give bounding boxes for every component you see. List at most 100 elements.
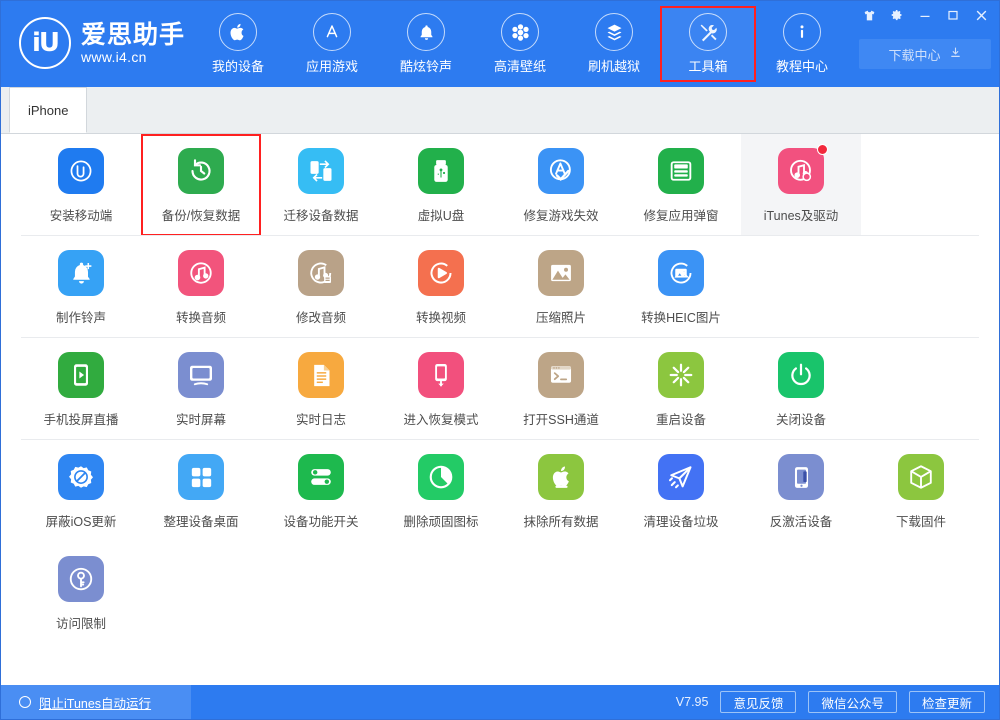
usb-drive-icon <box>418 148 464 194</box>
tool-label: 转换HEIC图片 <box>641 311 721 325</box>
toolbox-grid: 安装移动端 备份/恢复数据 迁移设备数据 虚拟U盘 修复游戏失效 修复应用弹窗 … <box>1 134 999 685</box>
migrate-data-icon <box>298 148 344 194</box>
settings-gear-icon[interactable] <box>883 3 911 27</box>
organize-desktop-icon <box>178 454 224 500</box>
tool-label: 屏蔽iOS更新 <box>45 515 117 529</box>
tool-label: 制作铃声 <box>55 311 106 325</box>
nav-label: 我的设备 <box>211 59 264 74</box>
convert-audio-icon <box>178 250 224 296</box>
nav-item-app-games[interactable]: 应用游戏 <box>285 7 379 81</box>
wechat-button[interactable]: 微信公众号 <box>808 691 897 713</box>
appstore-icon <box>313 13 351 51</box>
tool-access-restriction[interactable]: 访问限制 <box>21 542 141 644</box>
tool-label: 虚拟U盘 <box>417 209 465 223</box>
nav-label: 高清壁纸 <box>493 59 546 74</box>
tool-backup-restore[interactable]: 备份/恢复数据 <box>141 134 261 236</box>
brand-logo: iU 爱思助手 www.i4.cn <box>19 17 185 69</box>
grid-row: 访问限制 <box>1 542 999 644</box>
box-icon <box>595 13 633 51</box>
window-controls <box>855 3 995 27</box>
access-restriction-icon <box>58 556 104 602</box>
tool-migrate-data[interactable]: 迁移设备数据 <box>261 134 381 236</box>
tool-label: 反激活设备 <box>769 515 833 529</box>
nav-label: 应用游戏 <box>305 59 358 74</box>
tool-edit-audio[interactable]: 修改音频 <box>261 236 381 338</box>
tool-itunes-driver[interactable]: iTunes及驱动 <box>741 134 861 236</box>
feature-toggle-icon <box>298 454 344 500</box>
maximize-icon[interactable] <box>939 3 967 27</box>
tool-feature-toggle[interactable]: 设备功能开关 <box>261 440 381 542</box>
close-icon[interactable] <box>967 3 995 27</box>
app-header: iU 爱思助手 www.i4.cn 我的设备 应用游戏 酷炫铃声 高清壁纸 刷机… <box>1 1 999 87</box>
nav-item-my-device[interactable]: 我的设备 <box>191 7 285 81</box>
apple-icon <box>219 13 257 51</box>
tool-virtual-usb[interactable]: 虚拟U盘 <box>381 134 501 236</box>
tool-live-log[interactable]: 实时日志 <box>261 338 381 440</box>
tool-download-firmware[interactable]: 下载固件 <box>861 440 981 542</box>
tool-screen-cast[interactable]: 手机投屏直播 <box>21 338 141 440</box>
feedback-label: 意见反馈 <box>733 696 784 711</box>
tool-convert-video[interactable]: 转换视频 <box>381 236 501 338</box>
tool-install-mobile[interactable]: 安装移动端 <box>21 134 141 236</box>
block-itunes-label: 阻止iTunes自动运行 <box>39 696 152 711</box>
tool-label: 修复游戏失效 <box>523 209 599 223</box>
skin-icon[interactable] <box>855 3 883 27</box>
tool-live-screen[interactable]: 实时屏幕 <box>141 338 261 440</box>
tool-erase-all-data[interactable]: 抹除所有数据 <box>501 440 621 542</box>
tool-make-ringtone[interactable]: 制作铃声 <box>21 236 141 338</box>
tool-label: 修改音频 <box>295 311 346 325</box>
nav-item-toolbox[interactable]: 工具箱 <box>660 6 756 82</box>
tool-label: 实时屏幕 <box>175 413 226 427</box>
live-log-icon <box>298 352 344 398</box>
tool-block-ios-update[interactable]: 屏蔽iOS更新 <box>21 440 141 542</box>
recovery-mode-icon <box>418 352 464 398</box>
deactivate-device-icon <box>778 454 824 500</box>
nav-item-tutorial[interactable]: 教程中心 <box>755 7 849 81</box>
compress-photo-icon <box>538 250 584 296</box>
download-center-button[interactable]: 下载中心 <box>859 39 991 69</box>
flower-icon <box>501 13 539 51</box>
tool-label: 清理设备垃圾 <box>643 515 719 529</box>
tool-convert-audio[interactable]: 转换音频 <box>141 236 261 338</box>
tool-convert-heic[interactable]: 转换HEIC图片 <box>621 236 741 338</box>
tool-label: 实时日志 <box>295 413 346 427</box>
brand-name: 爱思助手 <box>81 20 186 49</box>
shutdown-device-icon <box>778 352 824 398</box>
brand-url: www.i4.cn <box>81 48 147 65</box>
convert-video-icon <box>418 250 464 296</box>
tool-clean-junk[interactable]: 清理设备垃圾 <box>621 440 741 542</box>
feedback-button[interactable]: 意见反馈 <box>720 691 797 713</box>
nav-item-wallpaper[interactable]: 高清壁纸 <box>473 7 567 81</box>
tab-iphone[interactable]: iPhone <box>9 87 88 133</box>
tool-ssh-tunnel[interactable]: 打开SSH通道 <box>501 338 621 440</box>
info-icon <box>783 13 821 51</box>
tool-reboot-device[interactable]: 重启设备 <box>621 338 741 440</box>
status-bar: 阻止iTunes自动运行 V7.95 意见反馈 微信公众号 检查更新 <box>1 685 999 719</box>
check-update-button[interactable]: 检查更新 <box>908 691 985 713</box>
tool-label: 重启设备 <box>655 413 706 427</box>
nav-label: 刷机越狱 <box>587 59 640 74</box>
nav-item-ringtones[interactable]: 酷炫铃声 <box>379 7 473 81</box>
tool-label: 迁移设备数据 <box>283 209 359 223</box>
tool-label: 压缩照片 <box>535 311 586 325</box>
tool-fix-app-popup[interactable]: 修复应用弹窗 <box>621 134 741 236</box>
grid-row: 制作铃声 转换音频 修改音频 转换视频 压缩照片 转换HEIC图片 <box>1 236 999 338</box>
grid-row: 屏蔽iOS更新 整理设备桌面 设备功能开关 删除顽固图标 抹除所有数据 清理设备… <box>1 440 999 542</box>
nav-item-flash-jailbreak[interactable]: 刷机越狱 <box>567 7 661 81</box>
nav-label: 教程中心 <box>775 59 828 74</box>
radio-icon <box>19 696 31 708</box>
tool-deactivate-device[interactable]: 反激活设备 <box>741 440 861 542</box>
bell-icon <box>407 13 445 51</box>
tool-fix-game[interactable]: 修复游戏失效 <box>501 134 621 236</box>
minimize-icon[interactable] <box>911 3 939 27</box>
erase-all-icon <box>538 454 584 500</box>
i4-app-icon <box>58 148 104 194</box>
tool-recovery-mode[interactable]: 进入恢复模式 <box>381 338 501 440</box>
grid-row: 手机投屏直播 实时屏幕 实时日志 进入恢复模式 打开SSH通道 重启设备 关闭设… <box>1 338 999 440</box>
tool-compress-photo[interactable]: 压缩照片 <box>501 236 621 338</box>
tool-shutdown-device[interactable]: 关闭设备 <box>741 338 861 440</box>
block-itunes-toggle[interactable]: 阻止iTunes自动运行 <box>1 685 191 719</box>
tool-organize-desktop[interactable]: 整理设备桌面 <box>141 440 261 542</box>
tool-remove-stubborn-icon[interactable]: 删除顽固图标 <box>381 440 501 542</box>
tool-label: 修复应用弹窗 <box>643 209 719 223</box>
